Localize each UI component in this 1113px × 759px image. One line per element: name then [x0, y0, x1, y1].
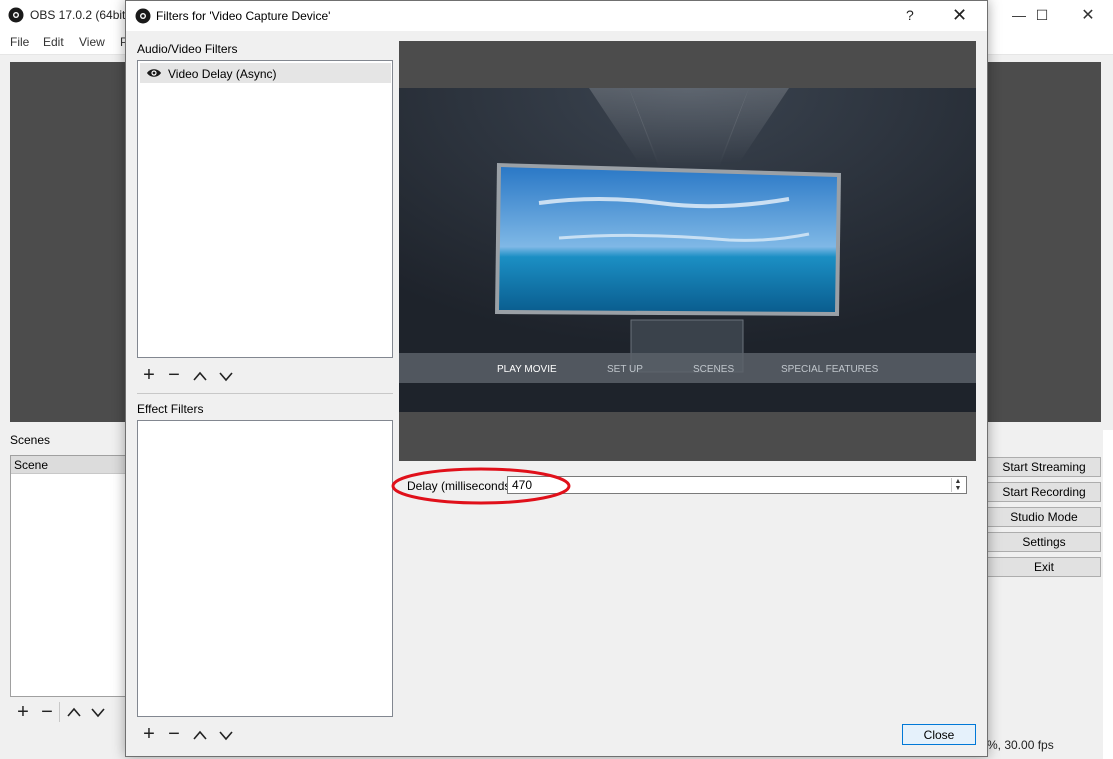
settings-button[interactable]: Settings	[987, 532, 1101, 552]
main-window-title: OBS 17.0.2 (64bit,	[30, 8, 129, 22]
scenes-list[interactable]	[10, 455, 132, 697]
exit-button[interactable]: Exit	[987, 557, 1101, 577]
window-edge	[1103, 430, 1113, 759]
effect-filters-list[interactable]	[137, 420, 393, 717]
obs-logo-icon	[135, 8, 151, 24]
help-button[interactable]: ?	[906, 7, 914, 23]
move-effect-filter-down-icon[interactable]	[218, 728, 234, 742]
obs-logo-icon	[8, 7, 24, 23]
dialog-close-icon[interactable]: ✕	[952, 5, 967, 26]
dialog-title: Filters for 'Video Capture Device'	[156, 9, 331, 23]
menu-view[interactable]: View	[79, 35, 105, 49]
remove-effect-filter-button[interactable]: −	[163, 724, 185, 744]
move-scene-down-icon[interactable]	[90, 705, 106, 719]
menu-file[interactable]: File	[10, 35, 29, 49]
add-scene-button[interactable]: +	[12, 702, 34, 722]
av-filters-label: Audio/Video Filters	[137, 42, 238, 56]
start-streaming-button[interactable]: Start Streaming	[987, 457, 1101, 477]
move-av-filter-up-icon[interactable]	[192, 369, 208, 383]
close-button[interactable]: Close	[902, 724, 976, 745]
filter-preview: PLAY MOVIE SET UP SCENES SPECIAL FEATURE…	[399, 41, 976, 461]
add-av-filter-button[interactable]: +	[138, 365, 160, 385]
menu-set-up: SET UP	[607, 364, 643, 375]
remove-av-filter-button[interactable]: −	[163, 365, 185, 385]
spin-arrows-icon[interactable]: ▲ ▼	[951, 478, 964, 492]
move-av-filter-down-icon[interactable]	[218, 369, 234, 383]
video-frame: PLAY MOVIE SET UP SCENES SPECIAL FEATURE…	[399, 88, 976, 412]
section-divider	[137, 393, 393, 394]
move-scene-up-icon[interactable]	[66, 705, 82, 719]
scenes-label: Scenes	[10, 433, 51, 447]
scenes-column-header: Scene	[11, 456, 129, 474]
filter-item-label: Video Delay (Async)	[168, 67, 277, 81]
scene-controls-divider	[59, 702, 60, 722]
dialog-titlebar: Filters for 'Video Capture Device' ? ✕	[126, 1, 987, 31]
eye-icon[interactable]	[146, 67, 162, 79]
add-effect-filter-button[interactable]: +	[138, 724, 160, 744]
studio-mode-button[interactable]: Studio Mode	[987, 507, 1101, 527]
effect-filters-label: Effect Filters	[137, 402, 204, 416]
av-filters-list[interactable]: Video Delay (Async)	[137, 60, 393, 358]
filters-dialog: Filters for 'Video Capture Device' ? ✕ A…	[125, 0, 988, 757]
delay-spinbox[interactable]: 470 ▲ ▼	[507, 476, 967, 494]
scenes-column-header-label: Scene	[14, 458, 49, 472]
remove-scene-button[interactable]: −	[36, 702, 58, 722]
highlight-annotation	[391, 467, 571, 505]
start-recording-button[interactable]: Start Recording	[987, 482, 1101, 502]
menu-special-features: SPECIAL FEATURES	[781, 364, 879, 375]
menu-edit[interactable]: Edit	[43, 35, 64, 49]
status-fps: %, 30.00 fps	[987, 738, 1054, 752]
move-effect-filter-up-icon[interactable]	[192, 728, 208, 742]
menu-scenes: SCENES	[693, 364, 734, 375]
filter-item[interactable]: Video Delay (Async)	[140, 63, 391, 83]
maximize-icon[interactable]: ☐	[1019, 0, 1065, 30]
menu-play-movie: PLAY MOVIE	[497, 364, 557, 375]
window-close-icon[interactable]: ✕	[1065, 0, 1111, 30]
